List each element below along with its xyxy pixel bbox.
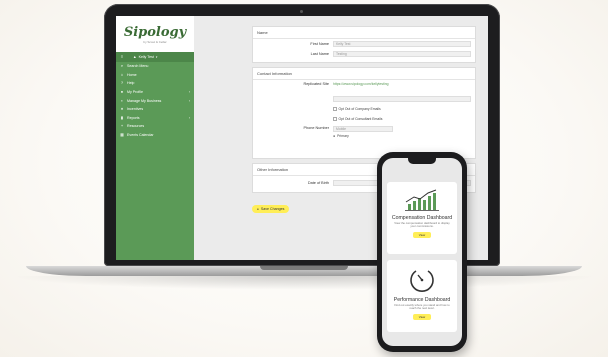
compensation-card: Compensation Dashboard View the compensa…: [387, 182, 457, 254]
save-icon: ●: [257, 207, 259, 211]
sipology-logo: Sipology by Scout & Cellar: [116, 16, 194, 52]
chevron-right-icon: ›: [188, 98, 190, 103]
last-name-label: Last Name: [310, 52, 329, 56]
briefcase-icon: ▪: [121, 97, 123, 103]
phone-label: Phone Number: [303, 126, 329, 130]
opt-out-consultant-checkbox[interactable]: Opt Out of Consultant Emails: [333, 117, 382, 121]
checkbox-box[interactable]: [333, 117, 337, 121]
sidebar-item-help[interactable]: ? Help: [116, 79, 194, 88]
save-changes-button[interactable]: ● Save Changes: [252, 205, 290, 213]
sidebar-item-calendar[interactable]: ▦ Events Calendar: [116, 131, 194, 140]
search-icon: ⌕: [120, 63, 124, 69]
section-title: Contact Information: [253, 68, 475, 80]
opt-out-company-label: Opt Out of Company Emails: [338, 107, 381, 111]
gauge-icon: [410, 270, 434, 292]
sidebar-item-profile[interactable]: ● My Profile ›: [116, 88, 194, 97]
last-name-row: Last Name Testing: [253, 49, 475, 59]
phone-field: Mobile ● Primary: [333, 126, 393, 138]
user-icon: ▲: [133, 55, 137, 59]
dob-label: Date of Birth: [307, 181, 329, 185]
sidebar-item-label: Search Menu: [127, 64, 149, 69]
phone-screen: Compensation Dashboard View the compensa…: [382, 158, 462, 346]
laptop-notch: [260, 266, 348, 270]
sidebar-item-resources[interactable]: + Resources: [116, 122, 194, 131]
plus-icon: +: [120, 123, 124, 129]
phone-mockup: Compensation Dashboard View the compensa…: [377, 152, 467, 352]
first-name-input[interactable]: Kelly Test: [333, 41, 471, 47]
sidebar-item-home[interactable]: ⌂ Home: [116, 71, 194, 80]
performance-desc: Find out exactly where you stand and how…: [394, 303, 450, 311]
opt-out-company-row: Opt Out of Company Emails: [253, 104, 475, 114]
sidebar-item-search[interactable]: ⌕ Search Menu: [116, 62, 194, 71]
first-name-label: First Name: [310, 42, 329, 46]
sidebar-user-label: Kelly Test: [138, 55, 154, 59]
sidebar-item-label: Incentives: [127, 107, 144, 112]
sidebar-item-label: Reports: [127, 115, 140, 120]
phone-row: Phone Number Mobile ● Primary: [253, 124, 475, 146]
replicated-site-label: Replicated Site: [303, 82, 329, 86]
checkbox-box[interactable]: [333, 107, 337, 111]
phone-type-select[interactable]: Mobile: [333, 126, 393, 132]
growth-chart-icon: [405, 189, 439, 211]
opt-out-consultant-label: Opt Out of Consultant Emails: [338, 117, 383, 121]
performance-view-button[interactable]: View: [412, 313, 432, 320]
replicated-site-link[interactable]: https://www.sipology.com/kellytesting: [333, 82, 471, 86]
chevron-down-icon: ▾: [155, 55, 158, 59]
sidebar-item-incentives[interactable]: ♦ Incentives: [116, 105, 194, 114]
help-icon: ?: [120, 80, 124, 86]
first-name-row: First Name Kelly Test: [253, 39, 475, 49]
chart-icon: ▮: [120, 114, 124, 120]
opt-out-consultant-row: Opt Out of Consultant Emails: [253, 114, 475, 124]
chevron-right-icon: ›: [188, 90, 190, 95]
calendar-icon: ▦: [120, 132, 124, 138]
sidebar-user-row[interactable]: ≡ ▲ Kelly Test ▾: [116, 52, 194, 62]
phone-primary-label: Primary: [337, 134, 349, 138]
user-icon: ●: [120, 89, 124, 95]
contact-card: Contact Information Replicated Site http…: [252, 67, 476, 159]
radio-dot[interactable]: ●: [333, 134, 335, 138]
camera-dot: [300, 10, 303, 13]
sidebar-item-label: Home: [127, 72, 137, 77]
last-name-input[interactable]: Testing: [333, 51, 471, 57]
opt-out-company-checkbox[interactable]: Opt Out of Company Emails: [333, 107, 381, 111]
logo-tagline: by Scout & Cellar: [143, 39, 167, 44]
sidebar-item-label: Manage My Business: [127, 98, 162, 103]
compensation-desc: View the compensation dashboard to displ…: [394, 221, 450, 229]
sidebar-item-reports[interactable]: ▮ Reports ›: [116, 114, 194, 123]
chevron-right-icon: ›: [188, 115, 190, 120]
menu-icon[interactable]: ≡: [120, 55, 124, 59]
sidebar: Sipology by Scout & Cellar ≡ ▲ Kelly Tes…: [116, 16, 194, 260]
save-changes-label: Save Changes: [260, 207, 285, 211]
trophy-icon: ♦: [120, 106, 124, 112]
sidebar-item-label: Events Calendar: [127, 133, 154, 138]
compensation-view-button[interactable]: View: [412, 231, 432, 238]
sidebar-item-label: Help: [127, 81, 135, 86]
phone-notch: [408, 158, 436, 164]
home-icon: ⌂: [120, 71, 124, 77]
section-title: Name: [253, 27, 475, 39]
sidebar-item-label: Resources: [127, 124, 145, 129]
sidebar-item-business[interactable]: ▪ Manage My Business ›: [116, 96, 194, 105]
name-card: Name First Name Kelly Test Last Name Tes…: [252, 26, 476, 63]
laptop-shadow: [10, 276, 598, 290]
extra-input[interactable]: [333, 96, 471, 102]
sidebar-item-label: My Profile: [127, 90, 143, 95]
logo-text: Sipology: [123, 24, 187, 40]
performance-card: Performance Dashboard Find out exactly w…: [387, 260, 457, 332]
replicated-site-row: Replicated Site https://www.sipology.com…: [253, 80, 475, 101]
phone-primary-radio[interactable]: ● Primary: [333, 134, 393, 138]
